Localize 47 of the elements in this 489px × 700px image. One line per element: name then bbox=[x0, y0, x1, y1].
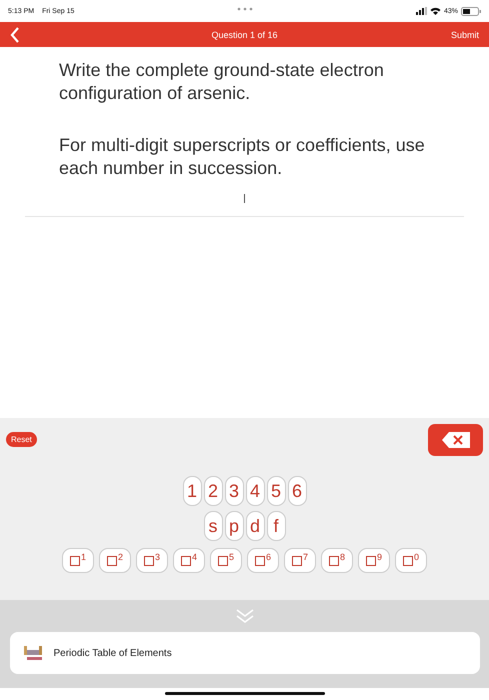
placeholder-box-icon bbox=[106, 556, 117, 566]
orbital-key[interactable]: p bbox=[224, 511, 244, 541]
superscript-key[interactable]: 3 bbox=[136, 548, 168, 573]
question-counter: Question 1 of 16 bbox=[211, 30, 278, 40]
submit-button[interactable]: Submit bbox=[450, 30, 479, 40]
superscript-key[interactable]: 8 bbox=[321, 548, 353, 573]
superscript-key[interactable]: 5 bbox=[210, 548, 242, 573]
backspace-icon bbox=[442, 432, 470, 448]
delete-button[interactable] bbox=[428, 424, 483, 456]
wifi-icon bbox=[430, 7, 441, 15]
question-hint: For multi-digit superscripts or coefficients, use each number in succession. bbox=[59, 134, 426, 180]
text-cursor bbox=[244, 194, 245, 203]
orbital-key[interactable]: f bbox=[266, 511, 286, 541]
tool-item[interactable]: Periodic Table of Elements bbox=[10, 632, 480, 674]
number-key[interactable]: 6 bbox=[288, 476, 306, 506]
battery-icon bbox=[461, 6, 481, 16]
superscript-key[interactable]: 7 bbox=[284, 548, 316, 573]
chevron-down-icon bbox=[234, 608, 254, 624]
more-dots-icon bbox=[237, 7, 253, 11]
superscript-key[interactable]: 4 bbox=[173, 548, 205, 573]
number-key[interactable]: 5 bbox=[266, 476, 286, 506]
placeholder-box-icon bbox=[144, 556, 154, 566]
question-prompt: Write the complete ground-state electron configuration of arsenic. bbox=[59, 59, 385, 105]
reset-button[interactable]: Reset bbox=[6, 432, 37, 447]
placeholder-box-icon bbox=[180, 556, 191, 566]
number-key[interactable]: 1 bbox=[182, 476, 202, 506]
orbital-key[interactable]: s bbox=[204, 511, 222, 541]
placeholder-box-icon bbox=[70, 556, 80, 566]
placeholder-box-icon bbox=[292, 556, 302, 566]
number-key[interactable]: 3 bbox=[224, 476, 244, 506]
number-key[interactable]: 2 bbox=[204, 476, 222, 506]
placeholder-box-icon bbox=[402, 556, 413, 566]
signal-icon bbox=[416, 7, 427, 15]
superscript-key[interactable]: 9 bbox=[358, 548, 390, 573]
placeholder-box-icon bbox=[366, 556, 376, 566]
placeholder-box-icon bbox=[254, 556, 265, 566]
superscript-key[interactable]: 6 bbox=[247, 548, 279, 573]
back-button[interactable] bbox=[10, 26, 20, 42]
number-key[interactable]: 4 bbox=[246, 476, 264, 506]
back-icon bbox=[10, 26, 20, 42]
periodic-table-icon bbox=[24, 646, 42, 660]
placeholder-box-icon bbox=[218, 556, 228, 566]
placeholder-box-icon bbox=[328, 556, 339, 566]
orbital-key[interactable]: d bbox=[246, 511, 264, 541]
superscript-key[interactable]: 2 bbox=[99, 548, 131, 573]
superscript-key[interactable]: 0 bbox=[395, 548, 427, 573]
superscript-key[interactable]: 1 bbox=[62, 548, 94, 573]
